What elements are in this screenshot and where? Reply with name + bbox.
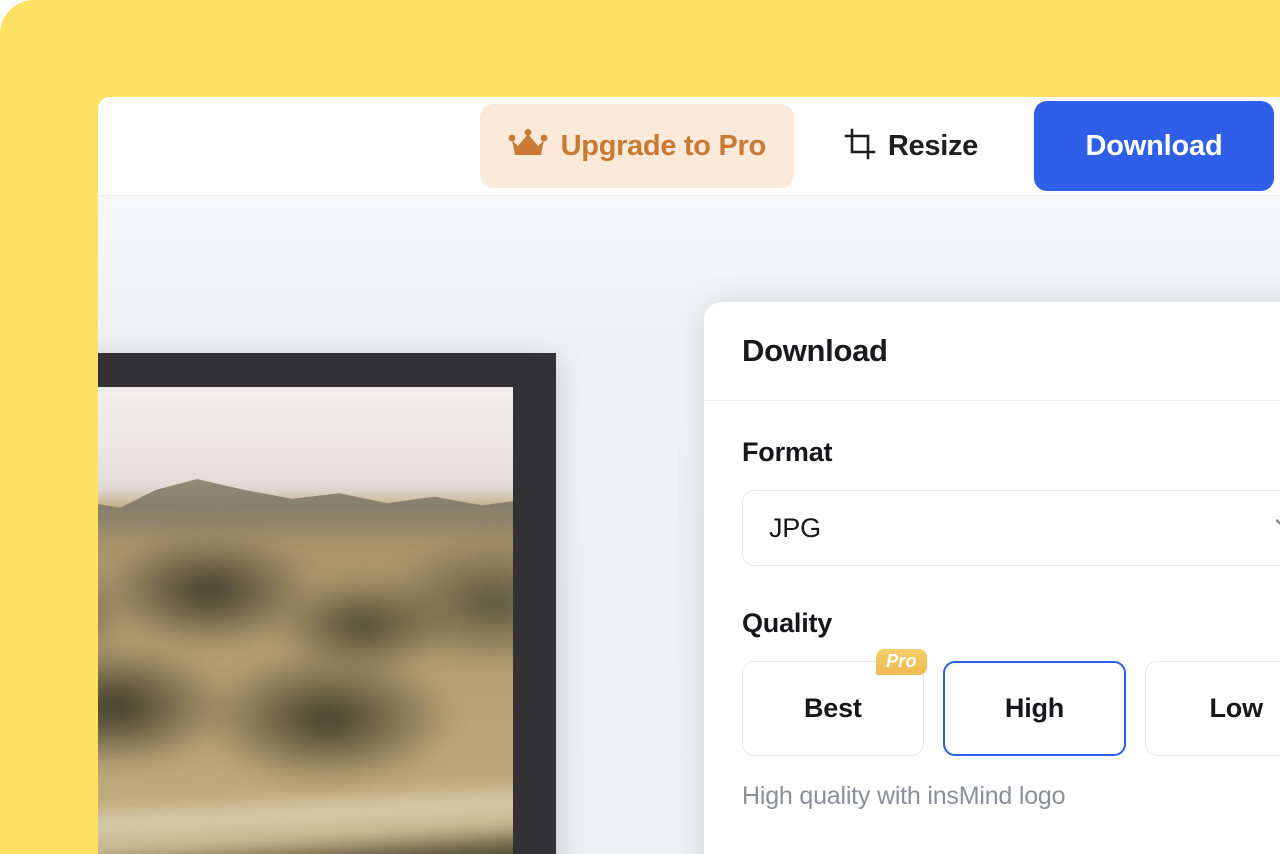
- quality-label: Quality: [742, 608, 833, 638]
- photo-sky: [98, 387, 513, 497]
- format-value: JPG: [769, 512, 821, 543]
- download-panel: Download Format JPG Quality Pro Best Hig…: [704, 302, 1280, 854]
- app-window: Upgrade to Pro Resize Download Download …: [98, 97, 1280, 854]
- artwork-image: [98, 387, 513, 854]
- download-panel-header: Download: [704, 302, 1280, 401]
- page-background: Upgrade to Pro Resize Download Download …: [0, 0, 1280, 854]
- download-panel-body: Format JPG Quality Pro Best High Low Hig…: [704, 401, 1280, 854]
- header-download-label: Download: [1085, 129, 1223, 162]
- download-panel-title: Download: [742, 333, 888, 368]
- upgrade-to-pro-label: Upgrade to Pro: [560, 129, 767, 162]
- format-label: Format: [742, 437, 833, 467]
- quality-option-high-label: High: [1004, 693, 1065, 723]
- quality-option-low[interactable]: Low: [1145, 661, 1280, 756]
- format-select[interactable]: JPG: [742, 490, 1280, 566]
- quality-section: Quality Pro Best High Low High quality w…: [742, 608, 1280, 811]
- photo-hills: [98, 527, 513, 817]
- app-toolbar: Upgrade to Pro Resize Download: [98, 97, 1280, 195]
- photo-frame[interactable]: [98, 353, 556, 854]
- quality-hint: High quality with insMind logo: [742, 782, 1066, 810]
- pro-badge: Pro: [876, 649, 927, 675]
- quality-option-high[interactable]: High: [942, 661, 1127, 756]
- header-download-button[interactable]: Download: [1034, 101, 1274, 191]
- quality-options: Pro Best High Low: [742, 649, 1280, 756]
- resize-button[interactable]: Resize: [834, 128, 988, 165]
- quality-option-best-label: Best: [803, 693, 862, 723]
- chevron-down-icon: [1274, 517, 1280, 540]
- crown-icon: [508, 128, 548, 165]
- crop-resize-icon: [844, 128, 876, 165]
- upgrade-to-pro-button[interactable]: Upgrade to Pro: [479, 104, 794, 188]
- resize-label: Resize: [887, 129, 978, 162]
- quality-option-low-label: Low: [1209, 693, 1263, 723]
- quality-option-best[interactable]: Pro Best: [742, 649, 927, 756]
